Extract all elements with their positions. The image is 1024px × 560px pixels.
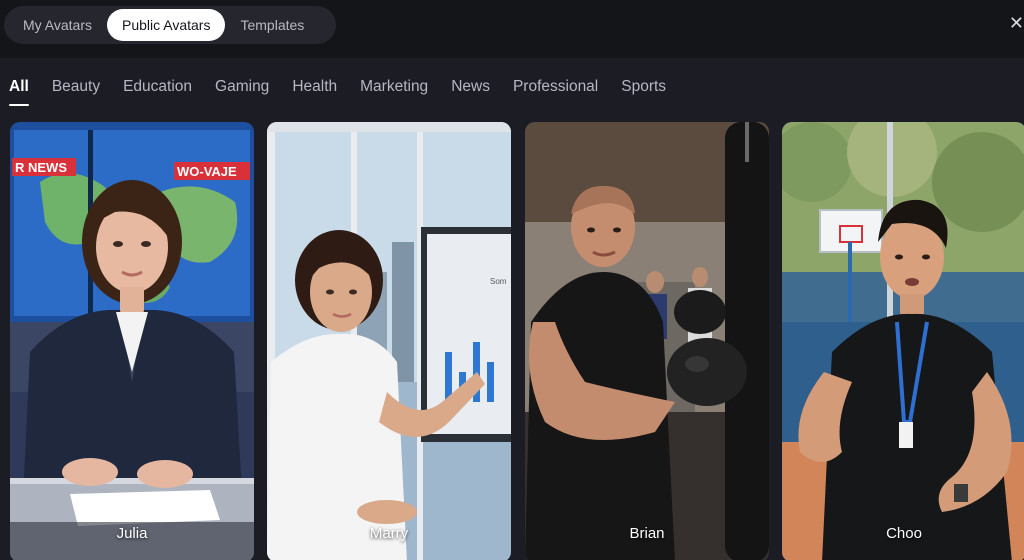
avatar-source-tabs: My Avatars Public Avatars Templates — [4, 6, 336, 44]
category-all[interactable]: All — [9, 78, 29, 106]
avatar-name: Julia — [116, 525, 148, 542]
category-gaming[interactable]: Gaming — [215, 78, 269, 106]
avatar-card-brian[interactable]: Brian — [525, 122, 769, 560]
news-banner-left: R NEWS — [15, 160, 67, 175]
close-icon[interactable]: ✕ — [1006, 12, 1024, 34]
category-news[interactable]: News — [451, 78, 490, 106]
news-banner-right: WO-VAJE — [177, 164, 237, 179]
screen-text: Som — [490, 277, 507, 286]
avatar-image-marry: Som — [267, 122, 511, 560]
category-tabs: All Beauty Education Gaming Health Marke… — [9, 78, 689, 108]
avatar-card-marry[interactable]: Som Marry — [267, 122, 511, 560]
tab-templates[interactable]: Templates — [225, 9, 319, 41]
avatar-card-julia[interactable]: R NEWS WO-VAJE Julia — [10, 122, 254, 560]
avatar-name: Choo — [886, 525, 922, 542]
category-health[interactable]: Health — [292, 78, 337, 106]
avatar-name: Marry — [369, 525, 409, 542]
avatar-card-choo[interactable]: Choo — [782, 122, 1024, 560]
avatar-image-choo — [782, 122, 1024, 560]
category-professional[interactable]: Professional — [513, 78, 598, 106]
category-marketing[interactable]: Marketing — [360, 78, 428, 106]
top-bar: My Avatars Public Avatars Templates ✕ — [0, 0, 1024, 58]
avatar-name: Brian — [629, 525, 665, 542]
tab-public-avatars[interactable]: Public Avatars — [107, 9, 226, 41]
category-education[interactable]: Education — [123, 78, 192, 106]
avatar-image-julia: R NEWS WO-VAJE — [10, 122, 254, 560]
category-sports[interactable]: Sports — [621, 78, 666, 106]
avatar-image-brian — [525, 122, 769, 560]
category-beauty[interactable]: Beauty — [52, 78, 100, 106]
tab-my-avatars[interactable]: My Avatars — [8, 9, 107, 41]
